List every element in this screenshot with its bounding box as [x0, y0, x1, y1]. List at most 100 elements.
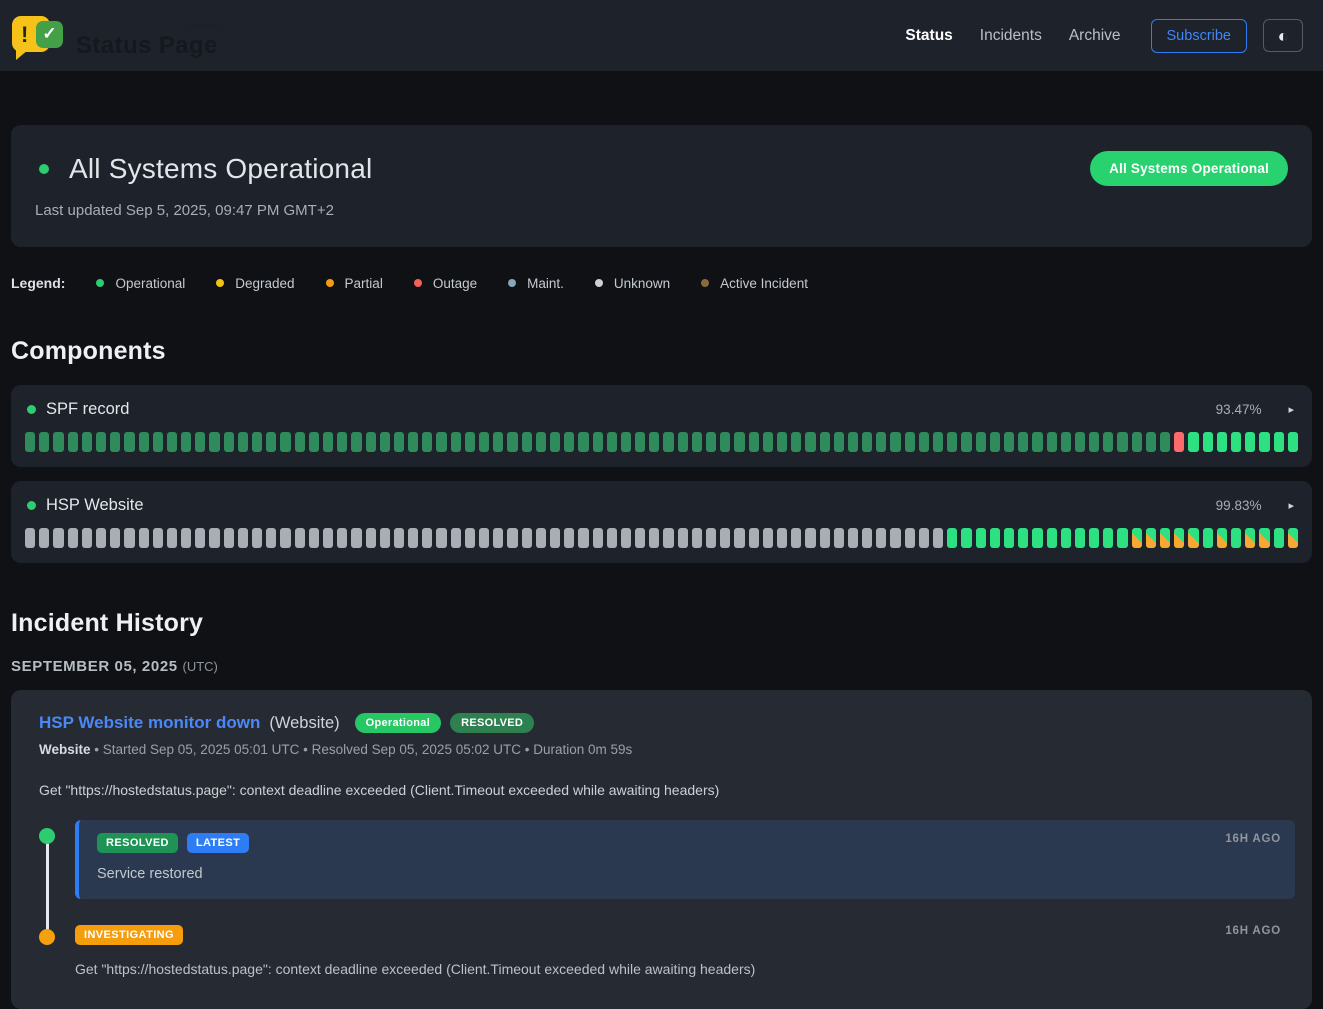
- uptime-bar-muted: [919, 432, 929, 452]
- uptime-bar-partial: [1259, 528, 1269, 548]
- uptime-bar-muted: [394, 432, 404, 452]
- uptime-bar-partial: [1160, 528, 1170, 548]
- uptime-bar-muted: [451, 432, 461, 452]
- component-header-row[interactable]: HSP Website99.83%▸: [25, 496, 1298, 515]
- uptime-bars: [25, 432, 1298, 452]
- incident-date: SEPTEMBER 05, 2025: [11, 658, 178, 675]
- uptime-bar-muted: [436, 432, 446, 452]
- uptime-bar-muted: [876, 432, 886, 452]
- component-uptime-percent: 93.47%: [1216, 402, 1262, 417]
- incident-date-heading: SEPTEMBER 05, 2025 (UTC): [11, 658, 1312, 675]
- uptime-bar-muted: [380, 432, 390, 452]
- expand-arrow-icon[interactable]: ▸: [1288, 403, 1294, 416]
- nav-item-status[interactable]: Status: [905, 27, 952, 45]
- expand-arrow-icon[interactable]: ▸: [1288, 499, 1294, 512]
- uptime-bar-muted: [692, 432, 702, 452]
- uptime-bar-muted: [1089, 432, 1099, 452]
- update-timestamp: 16H AGO: [1225, 833, 1281, 845]
- uptime-bar-nodata: [394, 528, 404, 548]
- uptime-bars: [25, 528, 1298, 548]
- uptime-bar-muted: [734, 432, 744, 452]
- legend-label: Active Incident: [720, 276, 808, 291]
- update-body: INVESTIGATING16H AGOGet "https://hosteds…: [75, 925, 1295, 977]
- incident-title-link[interactable]: HSP Website monitor down: [39, 713, 260, 733]
- incident-card: HSP Website monitor down (Website) Opera…: [11, 690, 1312, 1009]
- uptime-bar-muted: [337, 432, 347, 452]
- uptime-bar-muted: [351, 432, 361, 452]
- uptime-bar-nodata: [876, 528, 886, 548]
- uptime-bar-muted: [124, 432, 134, 452]
- brand-name: Status Page: [76, 32, 218, 59]
- legend-dot: [701, 279, 709, 287]
- uptime-bar-nodata: [53, 528, 63, 548]
- brand-superscript: hosted: [187, 22, 220, 32]
- component-name: HSP Website: [46, 496, 144, 515]
- component-status-dot: [27, 501, 36, 510]
- uptime-bar-nodata: [380, 528, 390, 548]
- uptime-bar-muted: [905, 432, 915, 452]
- uptime-bar-outage: [1174, 432, 1184, 452]
- uptime-bar-op: [1274, 432, 1284, 452]
- uptime-bar-muted: [678, 432, 688, 452]
- uptime-bar-nodata: [195, 528, 205, 548]
- uptime-bar-nodata: [465, 528, 475, 548]
- uptime-bar-muted: [890, 432, 900, 452]
- uptime-bar-op: [1231, 528, 1241, 548]
- uptime-bar-muted: [1018, 432, 1028, 452]
- update-message: Service restored: [97, 866, 1277, 882]
- page-content: All Systems Operational All Systems Oper…: [0, 125, 1323, 1009]
- uptime-bar-muted: [749, 432, 759, 452]
- incident-update: RESOLVEDLATEST16H AGO Service restored: [39, 824, 1295, 899]
- uptime-bar-muted: [1132, 432, 1142, 452]
- uptime-bar-op: [1203, 528, 1213, 548]
- update-badge-row: INVESTIGATING: [75, 925, 1295, 945]
- uptime-bar-muted: [408, 432, 418, 452]
- legend: Legend: OperationalDegradedPartialOutage…: [11, 275, 1312, 291]
- uptime-bar-partial: [1132, 528, 1142, 548]
- uptime-bar-muted: [933, 432, 943, 452]
- overall-status-dot: [39, 164, 49, 174]
- uptime-bar-muted: [848, 432, 858, 452]
- uptime-bar-nodata: [734, 528, 744, 548]
- uptime-bar-muted: [522, 432, 532, 452]
- uptime-bar-op: [1061, 528, 1071, 548]
- uptime-bar-muted: [153, 432, 163, 452]
- uptime-bar-muted: [862, 432, 872, 452]
- uptime-bar-nodata: [905, 528, 915, 548]
- legend-dot: [508, 279, 516, 287]
- component-card: HSP Website99.83%▸: [11, 481, 1312, 563]
- app-header: ! ✓ Status Page hosted Status Incidents Ar…: [0, 0, 1323, 71]
- main-nav: Status Incidents Archive: [905, 27, 1120, 45]
- nav-item-archive[interactable]: Archive: [1069, 27, 1121, 45]
- uptime-bar-muted: [266, 432, 276, 452]
- component-status-dot: [27, 405, 36, 414]
- uptime-bar-nodata: [834, 528, 844, 548]
- uptime-bar-nodata: [110, 528, 120, 548]
- uptime-bar-partial: [1245, 528, 1255, 548]
- uptime-bar-op: [1047, 528, 1057, 548]
- nav-item-incidents[interactable]: Incidents: [980, 27, 1042, 45]
- incident-component-suffix: (Website): [269, 714, 339, 733]
- update-badge-row: RESOLVEDLATEST: [97, 833, 1277, 853]
- contrast-icon: ◐: [1278, 27, 1289, 45]
- uptime-bar-muted: [167, 432, 177, 452]
- badge-investigating: INVESTIGATING: [75, 925, 183, 945]
- uptime-bar-nodata: [25, 528, 35, 548]
- uptime-bar-nodata: [720, 528, 730, 548]
- uptime-bar-muted: [323, 432, 333, 452]
- uptime-bar-muted: [536, 432, 546, 452]
- uptime-bar-nodata: [39, 528, 49, 548]
- incident-meta: Website • Started Sep 05, 2025 05:01 UTC…: [28, 742, 1295, 757]
- legend-item-maint-: Maint.: [508, 276, 564, 291]
- uptime-bar-muted: [805, 432, 815, 452]
- legend-label: Outage: [433, 276, 477, 291]
- subscribe-button[interactable]: Subscribe: [1151, 19, 1247, 53]
- uptime-bar-muted: [507, 432, 517, 452]
- theme-toggle-button[interactable]: ◐: [1263, 19, 1303, 52]
- badge-resolved: RESOLVED: [97, 833, 178, 853]
- incident-meta-details: • Started Sep 05, 2025 05:01 UTC • Resol…: [91, 742, 633, 757]
- uptime-bar-muted: [777, 432, 787, 452]
- brand-logo[interactable]: ! ✓ Status Page hosted: [12, 14, 218, 58]
- component-header-row[interactable]: SPF record93.47%▸: [25, 400, 1298, 419]
- legend-item-active-incident: Active Incident: [701, 276, 808, 291]
